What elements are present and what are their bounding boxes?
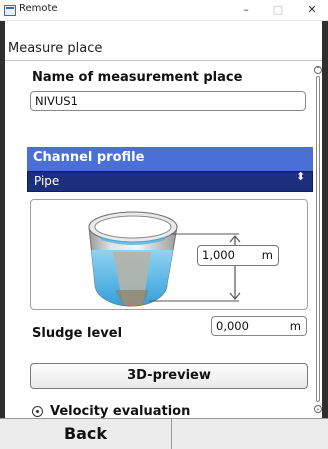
frame-left-border <box>0 21 5 448</box>
expand-toggle-icon[interactable] <box>32 406 43 417</box>
softkey-right[interactable] <box>172 419 328 449</box>
channel-profile-select[interactable]: Pipe ⬍ <box>27 171 313 192</box>
sludge-level-value: 0,000 <box>216 319 249 333</box>
channel-profile-header: Channel profile <box>27 147 313 171</box>
channel-profile-value: Pipe <box>34 174 60 188</box>
back-button[interactable]: Back <box>0 419 172 449</box>
3d-preview-button[interactable]: 3D-preview <box>30 363 308 389</box>
scroll-track[interactable] <box>316 76 320 402</box>
sludge-level-input[interactable]: 0,000 m <box>211 316 307 336</box>
frame-right-border <box>322 21 328 448</box>
velocity-evaluation-row[interactable]: Velocity evaluation <box>30 404 306 418</box>
minimize-button[interactable]: – <box>230 1 262 19</box>
vertical-scrollbar[interactable]: ⌃ ⌄ <box>314 66 322 418</box>
header-divider <box>5 60 322 61</box>
window-title: Remote <box>19 3 58 14</box>
bottom-button-bar: Back <box>0 418 328 449</box>
diagram-height-unit: m <box>261 248 273 262</box>
velocity-evaluation-label: Velocity evaluation <box>50 404 191 418</box>
diagram-height-input[interactable]: 1,000 m <box>197 245 279 266</box>
sludge-level-label: Sludge level <box>32 326 123 341</box>
select-updown-icon: ⬍ <box>296 170 306 183</box>
diagram-height-value: 1,000 <box>202 248 235 262</box>
measurement-place-name-input[interactable]: NIVUS1 <box>30 91 306 111</box>
name-field-label: Name of measurement place <box>32 70 243 85</box>
sludge-level-unit: m <box>289 319 301 333</box>
scroll-up-icon[interactable]: ⌃ <box>314 66 322 74</box>
close-button[interactable]: ✕ <box>296 1 328 19</box>
pipe-profile-diagram: 1,000 m <box>30 199 308 310</box>
window-titlebar: Remote – □ ✕ <box>0 0 328 21</box>
channel-profile-label: Channel profile <box>33 150 145 165</box>
app-window-icon <box>4 5 16 16</box>
page-title: Measure place <box>8 41 103 56</box>
maximize-button[interactable]: □ <box>262 1 294 19</box>
scroll-down-icon[interactable]: ⌄ <box>314 405 322 413</box>
